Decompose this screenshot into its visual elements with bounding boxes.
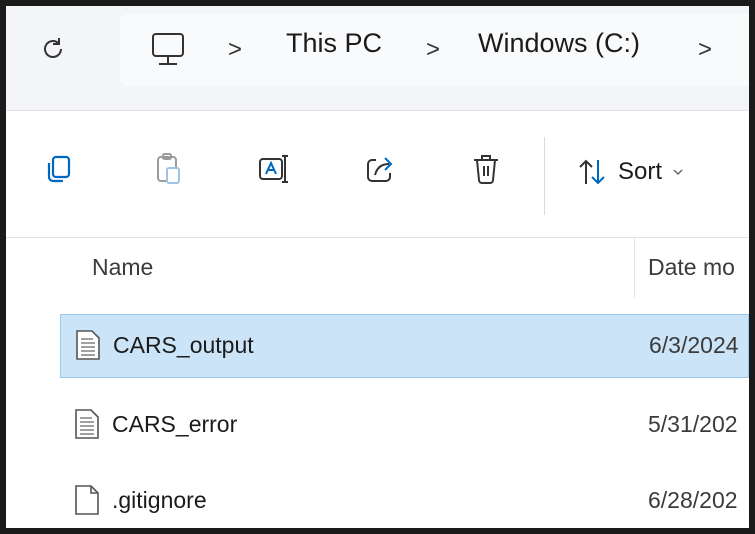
rename-button[interactable]: [252, 147, 296, 191]
sort-label: Sort: [618, 158, 663, 185]
breadcrumb-separator-chevron[interactable]: >: [426, 36, 440, 64]
file-date-modified: 6/3/2024: [649, 332, 739, 358]
text-file-icon: [75, 329, 101, 366]
file-date-modified: 5/31/202: [648, 411, 738, 437]
paste-icon: [157, 153, 180, 184]
file-explorer-window: > This PC > Windows (C:) > Sort Name Dat…: [6, 6, 749, 528]
text-file-icon: [74, 408, 100, 445]
breadcrumb-separator-chevron[interactable]: >: [228, 36, 242, 64]
file-date-modified: 6/28/202: [648, 487, 738, 513]
sort-button[interactable]: Sort: [576, 155, 684, 189]
blank-file-icon: [74, 484, 100, 521]
this-pc-crumb-icon[interactable]: [148, 30, 188, 75]
file-row-cars-output[interactable]: CARS_output 6/3/2024: [60, 314, 749, 378]
column-header-row: Name Date mo: [6, 238, 749, 300]
share-button[interactable]: [358, 147, 402, 191]
refresh-icon: [44, 38, 62, 58]
copy-icon: [47, 155, 71, 183]
chevron-down-icon: [673, 169, 683, 176]
rename-icon: [259, 155, 288, 183]
command-bar: Sort: [6, 111, 749, 237]
file-name: CARS_error: [112, 411, 238, 437]
breadcrumb-this-pc[interactable]: This PC: [286, 28, 382, 59]
monitor-icon: [152, 33, 184, 65]
copy-button[interactable]: [36, 147, 80, 191]
file-row-cars-error[interactable]: CARS_error 5/31/202: [60, 394, 749, 458]
file-row-gitignore[interactable]: .gitignore 6/28/202: [60, 470, 749, 528]
address-bar-area: > This PC > Windows (C:) >: [6, 6, 749, 110]
delete-icon: [474, 155, 498, 184]
column-header-date-modified[interactable]: Date mo: [648, 254, 735, 281]
file-name: CARS_output: [113, 332, 254, 358]
column-resize-handle[interactable]: [634, 238, 635, 298]
refresh-button[interactable]: [36, 32, 70, 66]
sort-arrows-icon: [579, 159, 605, 185]
paste-button[interactable]: [146, 147, 190, 191]
file-name: .gitignore: [112, 487, 207, 513]
delete-button[interactable]: [464, 147, 508, 191]
column-header-name[interactable]: Name: [92, 254, 153, 281]
toolbar-separator: [544, 137, 545, 215]
breadcrumb-separator-chevron[interactable]: >: [698, 36, 712, 64]
breadcrumb-windows-c[interactable]: Windows (C:): [478, 28, 640, 59]
share-icon: [367, 157, 393, 182]
